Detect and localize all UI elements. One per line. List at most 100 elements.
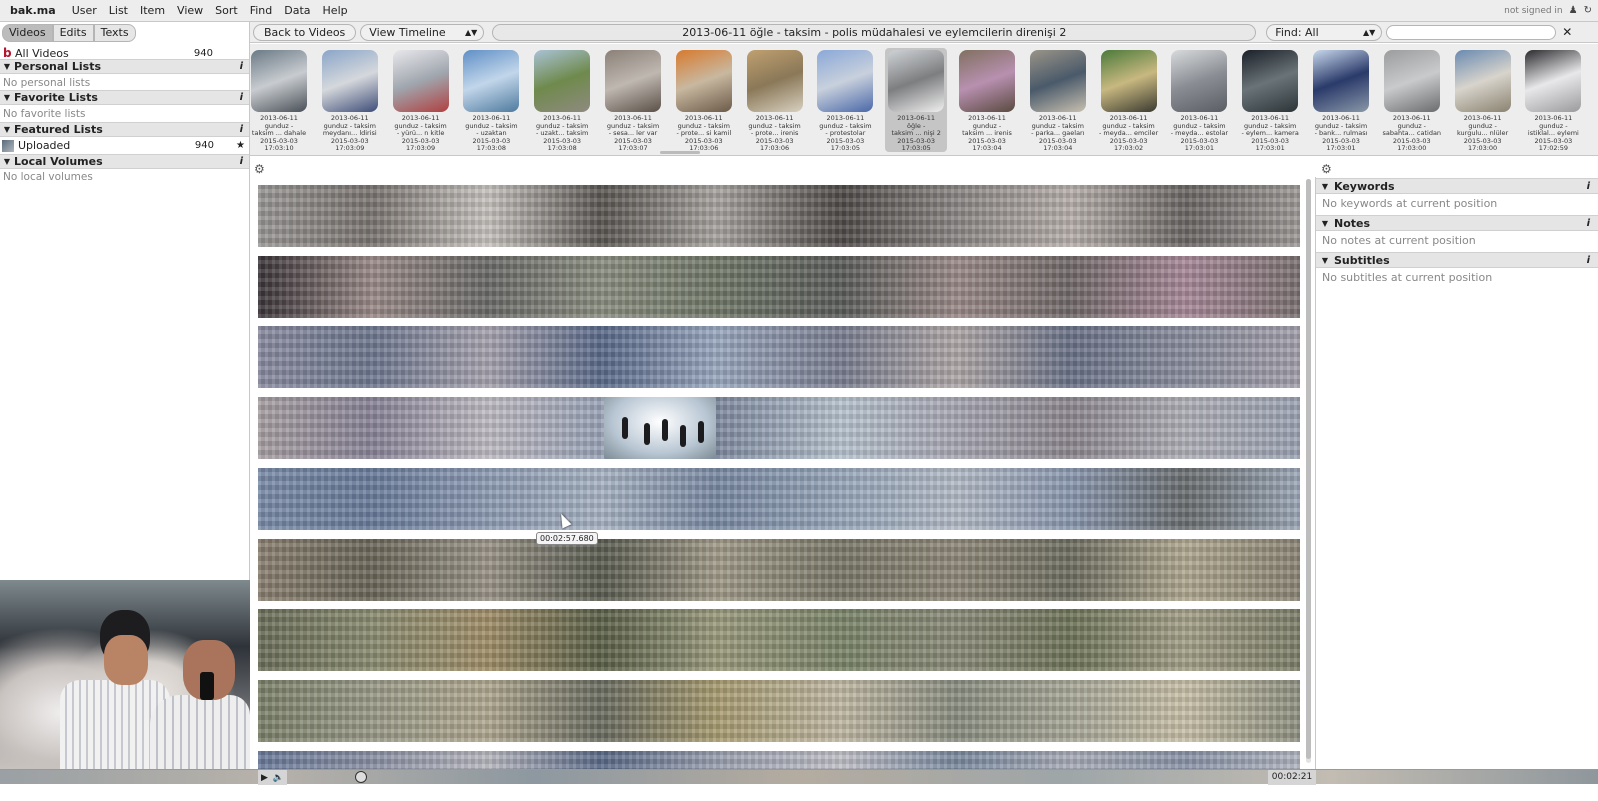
video-preview[interactable] xyxy=(0,580,250,770)
video-thumbnail[interactable]: 2013-06-11 gunduz - kurgulu... nlüler 2015-… xyxy=(1452,48,1514,152)
thumbnail-caption: 2013-06-11 gunduz - taksim - uzaktan 2015-0… xyxy=(460,114,522,153)
video-thumbnail[interactable]: 2013-06-11 gunduz - taksim - eylem... kame… xyxy=(1239,48,1301,152)
tab-texts[interactable]: Texts xyxy=(93,24,136,42)
thumbnail-strip[interactable]: 2013-06-11 gunduz - taksim ... dahale 2015-… xyxy=(250,44,1598,156)
video-thumbnail[interactable]: 2013-06-11 gunduz - taksim - meyda... emci… xyxy=(1098,48,1160,152)
video-thumbnail[interactable]: 2013-06-11 gunduz - taksim ... dahale 2015-… xyxy=(250,48,310,152)
star-icon[interactable]: ★ xyxy=(236,140,245,151)
collapse-triangle-icon: ▼ xyxy=(1321,255,1329,265)
thumbnail-image xyxy=(1029,50,1086,112)
tab-videos[interactable]: Videos xyxy=(2,24,53,42)
timeline-row[interactable] xyxy=(258,538,1300,601)
timeline-scrollbar[interactable] xyxy=(1306,179,1311,763)
video-thumbnail[interactable]: 2013-06-11 gunduz - taksim - sesa... ler v… xyxy=(602,48,664,152)
find-select[interactable]: Find: All ▲▼ xyxy=(1266,23,1383,41)
timeline-row[interactable] xyxy=(258,679,1300,742)
timeline-row[interactable] xyxy=(258,185,1300,247)
thumbnail-caption-line: 17:03:01 xyxy=(1326,144,1356,152)
timeline[interactable]: 00:02:57.680 xyxy=(250,177,1316,769)
volume-icon[interactable]: 🔈 xyxy=(273,773,284,783)
thumbnail-caption: 2013-06-11 gunduz - taksim ... irenis 2015-… xyxy=(956,114,1018,153)
menu-sort[interactable]: Sort xyxy=(209,4,244,17)
timeline-row[interactable] xyxy=(258,467,1300,530)
thumbnail-caption: 2013-06-11 gunduz - istiklal... eylemi 2015… xyxy=(1522,114,1584,153)
scrollbar-thumb[interactable] xyxy=(1306,179,1311,759)
video-thumbnail[interactable]: 2013-06-11 gunduz - taksim - parka... gael… xyxy=(1027,48,1089,152)
player-bar[interactable]: ▶ 🔈 00:02:21 xyxy=(0,769,1598,785)
menu-view[interactable]: View xyxy=(171,4,209,17)
timeline-row[interactable] xyxy=(258,397,1300,460)
video-thumbnail[interactable]: 2013-06-11 gunduz - taksim - yürü... n kit… xyxy=(390,48,452,152)
preview-figure xyxy=(104,635,148,685)
video-thumbnail[interactable]: 2013-06-11 gunduz - taksim meydanı... ldir… xyxy=(319,48,381,152)
thumbnail-caption: 2013-06-11 gunduz - taksim - eylem... kame… xyxy=(1239,114,1301,153)
section-title: Personal Lists xyxy=(14,60,102,73)
video-thumbnail[interactable]: 2013-06-11 gunduz - taksim - uzakt... taks… xyxy=(531,48,593,152)
thumbnail-caption: 2013-06-11 gunduz - taksim - bank... rulma… xyxy=(1310,114,1372,153)
collapse-triangle-icon: ▼ xyxy=(3,62,11,71)
menu-list[interactable]: List xyxy=(103,4,134,17)
thumbnail-caption: 2013-06-11 gunduz - taksim - uzakt... taks… xyxy=(531,114,593,153)
menu-help[interactable]: Help xyxy=(317,4,354,17)
timeline-row[interactable] xyxy=(258,326,1300,389)
close-icon[interactable]: ✕ xyxy=(1562,25,1572,39)
item-toolbar: Back to Videos View Timeline ▲▼ 2013-06-… xyxy=(250,22,1598,43)
video-thumbnail[interactable]: 2013-06-11 gunduz - sabahta... catidan 2015… xyxy=(1381,48,1443,152)
video-thumbnail[interactable]: 2013-06-11 gunduz - taksim - bank... rulma… xyxy=(1310,48,1372,152)
list-item-uploaded[interactable]: Uploaded 940 ★ xyxy=(0,138,249,153)
video-thumbnail[interactable]: 2013-06-11 gunduz - taksim - prote... iren… xyxy=(744,48,806,152)
section-personal-lists[interactable]: ▼ Personal Lists i xyxy=(0,59,249,74)
info-icon[interactable]: i xyxy=(240,156,249,167)
menu-user[interactable]: User xyxy=(66,4,103,17)
info-icon[interactable]: i xyxy=(240,61,249,72)
menu-item[interactable]: Item xyxy=(134,4,171,17)
video-thumbnail[interactable]: 2013-06-11 gunduz - taksim - uzaktan 2015-0… xyxy=(460,48,522,152)
info-icon[interactable]: i xyxy=(1587,255,1598,266)
section-local-volumes[interactable]: ▼ Local Volumes i xyxy=(0,154,249,169)
video-thumbnail[interactable]: 2013-06-11 gunduz - istiklal... eylemi 2015… xyxy=(1522,48,1584,152)
info-icon[interactable]: i xyxy=(1587,181,1598,192)
timeline-row[interactable] xyxy=(258,750,1300,769)
gear-icon[interactable]: ⚙ xyxy=(254,162,265,176)
subtitles-empty: No subtitles at current position xyxy=(1322,271,1493,284)
section-featured-lists[interactable]: ▼ Featured Lists i xyxy=(0,122,249,137)
info-icon[interactable]: i xyxy=(240,124,249,135)
play-icon[interactable]: ▶ xyxy=(261,773,268,783)
thumbnail-caption-line: 17:03:05 xyxy=(830,144,860,152)
collapse-triangle-icon: ▼ xyxy=(3,157,11,166)
user-icon[interactable]: ♟ xyxy=(1569,5,1578,16)
section-notes[interactable]: ▼ Notes i xyxy=(1316,215,1598,231)
list-thumbnail xyxy=(2,139,14,152)
timeline-toolbar: ⚙ xyxy=(250,160,1316,177)
reload-icon[interactable]: ↻ xyxy=(1584,5,1592,16)
all-videos-label: All Videos xyxy=(15,46,69,60)
frame-figure xyxy=(622,417,628,440)
info-icon[interactable]: i xyxy=(240,92,249,103)
video-thumbnail[interactable]: 2013-06-11 gunduz - taksim ... irenis 2015-… xyxy=(956,48,1018,152)
video-thumbnail[interactable]: 2013-06-11 öğle - taksim ... nişi 2 2015-03… xyxy=(885,48,948,152)
thumbnail-caption-line: 17:03:08 xyxy=(547,144,577,152)
video-thumbnail[interactable]: 2013-06-11 gunduz - taksim - prote... si k… xyxy=(673,48,735,152)
video-thumbnail[interactable]: 2013-06-11 gunduz - taksim - meyda... esto… xyxy=(1168,48,1230,152)
section-subtitles[interactable]: ▼ Subtitles i xyxy=(1316,252,1598,268)
playhead-knob[interactable] xyxy=(355,771,367,783)
timeline-row[interactable] xyxy=(258,255,1300,318)
find-input[interactable] xyxy=(1386,24,1557,40)
menu-find[interactable]: Find xyxy=(244,4,279,17)
back-to-videos-button[interactable]: Back to Videos xyxy=(253,23,357,41)
thumbnail-image xyxy=(463,50,520,112)
gear-icon[interactable]: ⚙ xyxy=(1321,162,1332,176)
section-favorite-lists[interactable]: ▼ Favorite Lists i xyxy=(0,90,249,105)
tab-edits[interactable]: Edits xyxy=(52,24,94,42)
menu-data[interactable]: Data xyxy=(278,4,316,17)
thumbnail-image xyxy=(1171,50,1228,112)
thumbnail-caption-line: 17:03:04 xyxy=(1043,144,1073,152)
app-logo[interactable]: bak.ma xyxy=(0,4,66,17)
video-thumbnail[interactable]: 2013-06-11 gunduz - taksim - protestolar 20… xyxy=(814,48,876,152)
view-select[interactable]: View Timeline ▲▼ xyxy=(360,23,485,41)
info-icon[interactable]: i xyxy=(1587,218,1598,229)
sign-in-status: not signed in xyxy=(1504,5,1563,16)
frame-figure xyxy=(644,423,650,446)
section-keywords[interactable]: ▼ Keywords i xyxy=(1316,178,1598,194)
timeline-row[interactable] xyxy=(258,609,1300,672)
